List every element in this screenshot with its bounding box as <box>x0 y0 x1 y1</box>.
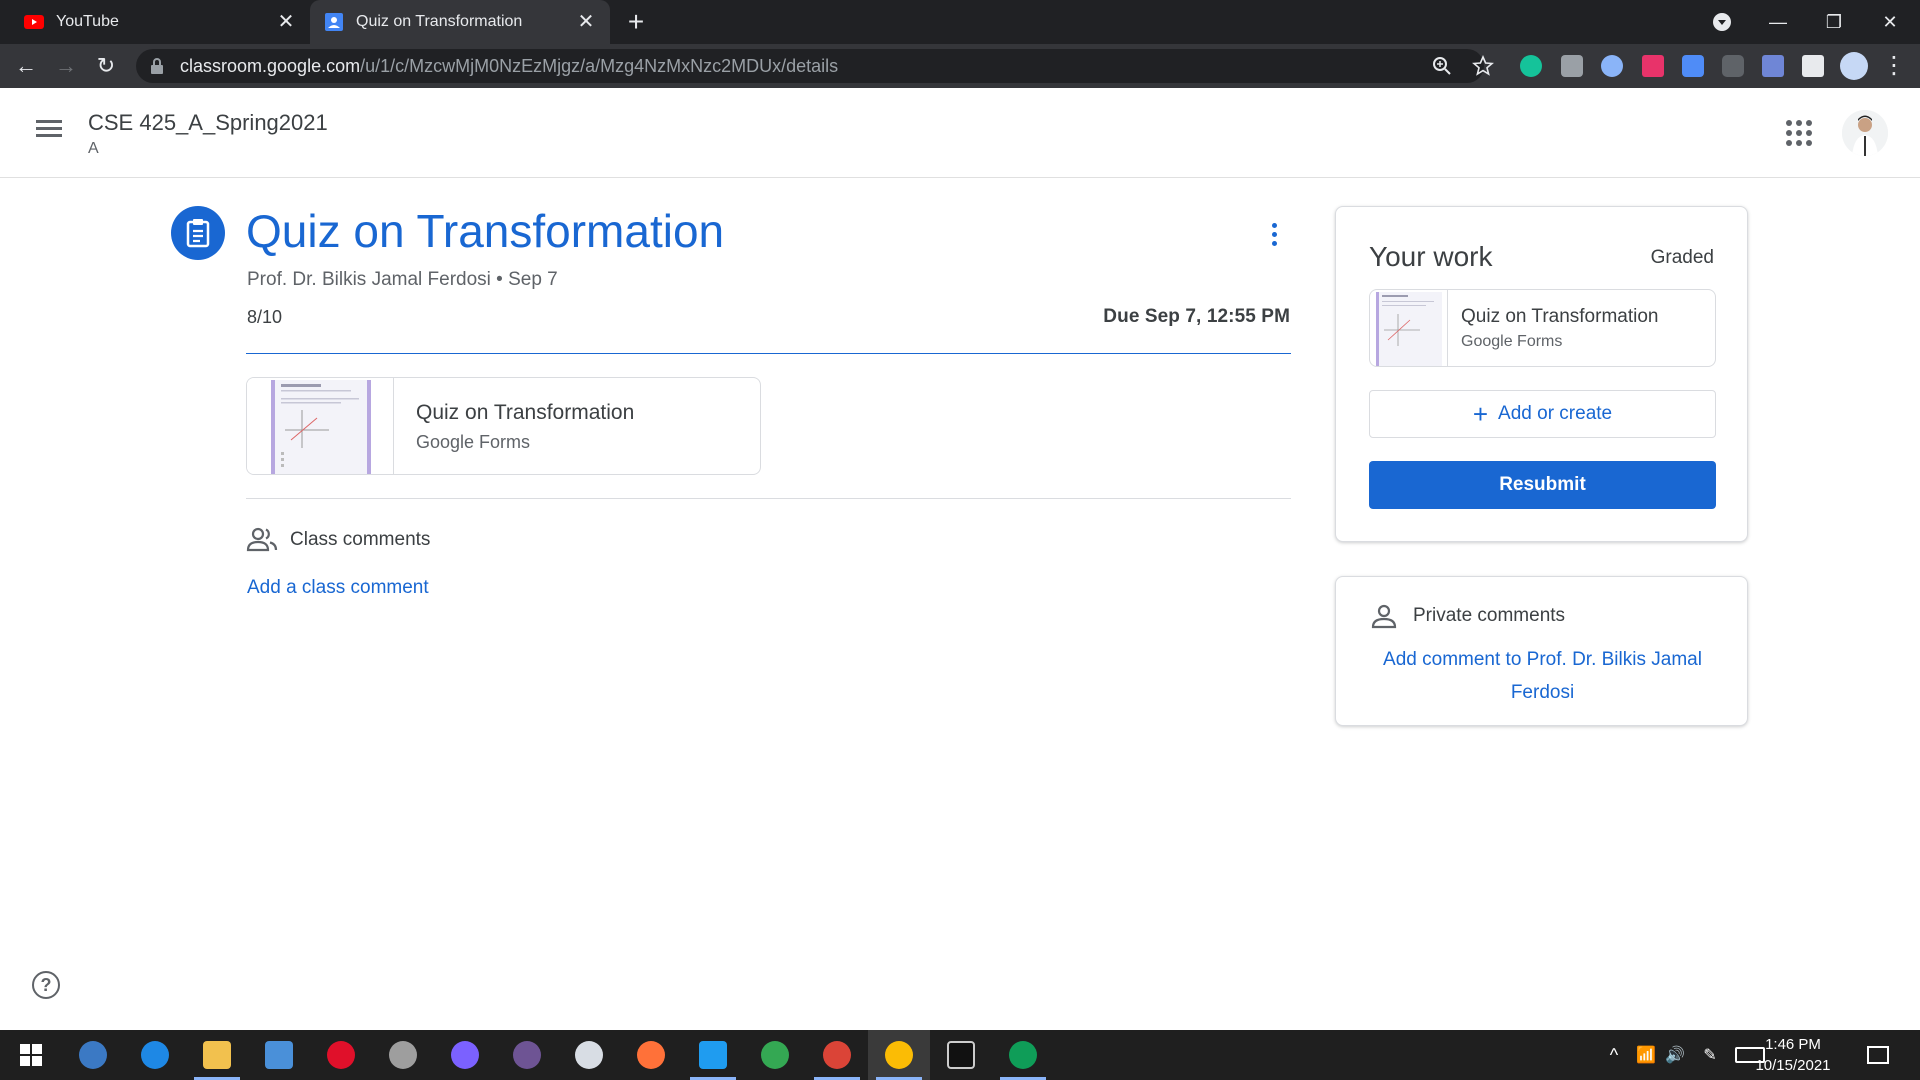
resubmit-button[interactable]: Resubmit <box>1369 461 1716 509</box>
form-thumbnail <box>247 378 394 474</box>
help-icon[interactable]: ? <box>32 971 60 999</box>
clock-time[interactable]: 1:46 PM <box>1748 1036 1838 1053</box>
terminal-icon[interactable] <box>930 1030 992 1080</box>
restore-icon[interactable]: ❐ <box>1806 0 1862 44</box>
status-badge: Graded <box>1650 247 1714 268</box>
more-options-icon[interactable] <box>1260 220 1288 248</box>
windows-start-icon[interactable] <box>0 1030 62 1080</box>
app-header: CSE 425_A_Spring2021 A <box>0 88 1920 178</box>
close-tab-icon[interactable]: ✕ <box>576 12 596 32</box>
paint-app-icon[interactable] <box>558 1030 620 1080</box>
people-icon <box>246 527 278 552</box>
google-apps-icon[interactable] <box>1786 120 1812 146</box>
add-class-comment-link[interactable]: Add a class comment <box>247 577 429 599</box>
add-or-create-button[interactable]: + Add or create <box>1369 390 1716 438</box>
chrome-menu-icon[interactable]: ⋮ <box>1880 52 1908 80</box>
plus-icon: + <box>1472 399 1489 429</box>
account-avatar[interactable] <box>1842 110 1888 156</box>
earth-app-icon[interactable] <box>744 1030 806 1080</box>
chrome-alt-profile-icon[interactable] <box>992 1030 1054 1080</box>
zoom-icon[interactable] <box>1432 56 1452 76</box>
chrome-profile-icon[interactable] <box>806 1030 868 1080</box>
firefox-icon[interactable] <box>620 1030 682 1080</box>
grammarly-extension-icon[interactable] <box>1520 55 1542 77</box>
assignment-icon <box>171 206 225 260</box>
opera-icon[interactable] <box>310 1030 372 1080</box>
attachment-card[interactable]: Quiz on Transformation Google Forms <box>246 377 761 475</box>
edge-icon[interactable] <box>124 1030 186 1080</box>
your-work-card: Your work Graded Quiz on Transformation … <box>1335 206 1748 542</box>
divider <box>246 353 1291 354</box>
extensions-puzzle-icon[interactable] <box>1802 55 1824 77</box>
pen-extension-icon[interactable] <box>1762 55 1784 77</box>
back-icon[interactable]: ← <box>12 52 40 80</box>
browser-tab-bar: YouTube ✕ Quiz on Transformation ✕ + — ❐… <box>0 0 1920 44</box>
attachment-type: Google Forms <box>416 432 531 452</box>
attachment-title: Quiz on Transformation <box>416 401 635 424</box>
new-tab-icon[interactable]: + <box>622 8 650 36</box>
vpn-extension-icon[interactable] <box>1601 55 1623 77</box>
class-section: A <box>88 140 99 157</box>
class-comments-heading: Class comments <box>290 529 431 550</box>
notifications-icon[interactable] <box>1848 1030 1908 1080</box>
main-menu-icon[interactable] <box>34 116 64 146</box>
close-window-icon[interactable]: ✕ <box>1862 0 1918 44</box>
assignment-title: Quiz on Transformation <box>246 205 725 257</box>
your-work-title: Your work <box>1369 241 1493 272</box>
browser-toolbar: ← → ↻ classroom.google.com/u/1/c/MzcwMjM… <box>0 44 1920 88</box>
windows-taskbar: ^ 📶 🔊 ✎ 1:46 PM 10/15/2021 <box>0 1030 1920 1080</box>
classroom-icon <box>324 12 344 32</box>
window-extension-icon[interactable] <box>1722 55 1744 77</box>
tab-search-icon[interactable] <box>1694 0 1750 44</box>
youtube-icon <box>24 12 44 32</box>
mail-icon[interactable] <box>248 1030 310 1080</box>
form-thumbnail <box>1370 290 1448 366</box>
add-private-comment-link[interactable]: Add comment to Prof. Dr. Bilkis Jamal Fe… <box>1376 643 1709 709</box>
work-attachment-card[interactable]: Quiz on Transformation Google Forms <box>1369 289 1716 367</box>
close-tab-icon[interactable]: ✕ <box>276 12 296 32</box>
camera-extension-icon[interactable] <box>1561 55 1583 77</box>
assignment-author-date: Prof. Dr. Bilkis Jamal Ferdosi • Sep 7 <box>247 269 558 290</box>
profile-avatar[interactable] <box>1840 52 1868 80</box>
grade-points: 8/10 <box>247 307 283 327</box>
class-title[interactable]: CSE 425_A_Spring2021 <box>88 110 328 136</box>
url-host: classroom.google.com <box>180 55 361 76</box>
download-extension-icon[interactable] <box>1682 55 1704 77</box>
bookmark-star-icon[interactable] <box>1472 55 1494 77</box>
lock-icon <box>151 58 163 74</box>
qbittorrent-icon[interactable] <box>62 1030 124 1080</box>
tab-quiz[interactable]: Quiz on Transformation ✕ <box>310 0 610 44</box>
satellite-app-icon[interactable] <box>372 1030 434 1080</box>
vscode-icon[interactable] <box>682 1030 744 1080</box>
clock-date[interactable]: 10/15/2021 <box>1748 1057 1838 1074</box>
github-icon[interactable] <box>496 1030 558 1080</box>
private-comments-heading: Private comments <box>1413 605 1566 626</box>
play-extension-icon[interactable] <box>1642 55 1664 77</box>
work-attachment-title: Quiz on Transformation <box>1461 306 1659 327</box>
address-bar[interactable]: classroom.google.com/u/1/c/MzcwMjM0NzEzM… <box>136 49 1484 83</box>
tab-youtube[interactable]: YouTube ✕ <box>0 0 310 44</box>
tab-title: Quiz on Transformation <box>356 13 523 30</box>
forward-icon[interactable]: → <box>52 52 80 80</box>
private-comments-card: Private comments Add comment to Prof. Dr… <box>1335 576 1748 726</box>
minimize-icon[interactable]: — <box>1750 0 1806 44</box>
messenger-icon[interactable] <box>434 1030 496 1080</box>
tab-title: YouTube <box>56 13 119 30</box>
file-explorer-icon[interactable] <box>186 1030 248 1080</box>
chrome-active-icon[interactable] <box>868 1030 930 1080</box>
due-date: Due Sep 7, 12:55 PM <box>1103 306 1290 327</box>
url-path: /u/1/c/MzcwMjM0NzEzMjgz/a/Mzg4NzMxNzc2MD… <box>360 55 839 76</box>
work-attachment-type: Google Forms <box>1461 333 1563 350</box>
person-icon <box>1371 604 1397 629</box>
divider <box>246 498 1291 499</box>
reload-icon[interactable]: ↻ <box>92 52 120 80</box>
add-or-create-label: Add or create <box>1498 403 1613 424</box>
